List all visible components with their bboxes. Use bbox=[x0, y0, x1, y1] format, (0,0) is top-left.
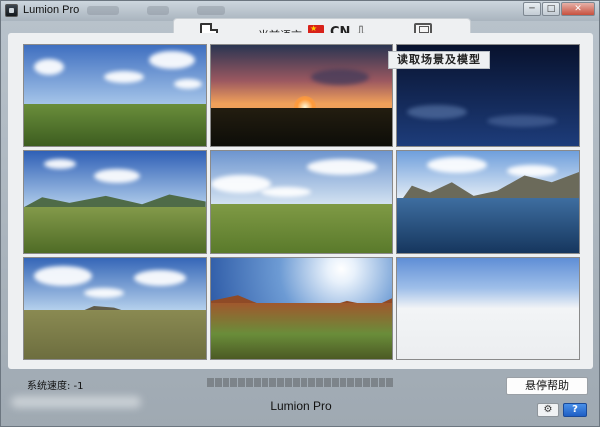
progress-segment bbox=[245, 378, 253, 387]
progress-segment bbox=[331, 378, 339, 387]
progress-segment bbox=[316, 378, 323, 387]
scene-thumbnail-desert-canyon-sun[interactable] bbox=[209, 256, 394, 360]
window-title: Lumion Pro bbox=[23, 4, 80, 16]
blurred-menu-item bbox=[87, 6, 119, 15]
scene-thumbnail-grassland-sunset[interactable] bbox=[209, 44, 394, 148]
app-window: Lumion Pro ─ □ ✕ 当前语言: CN ⇩ bbox=[0, 0, 600, 427]
progress-segment bbox=[261, 378, 269, 387]
progress-segment bbox=[355, 378, 362, 387]
settings-button[interactable]: ⚙ bbox=[537, 403, 559, 417]
progress-segment bbox=[230, 378, 238, 387]
progress-segment bbox=[300, 378, 308, 387]
progress-segment bbox=[269, 378, 277, 387]
window-controls: ─ □ ✕ bbox=[523, 2, 595, 16]
maximize-button[interactable]: □ bbox=[542, 2, 560, 16]
progress-segment bbox=[378, 378, 386, 387]
lumion-logo-icon bbox=[5, 4, 18, 17]
loading-progress-bar bbox=[207, 378, 394, 387]
close-button[interactable]: ✕ bbox=[561, 2, 595, 16]
progress-segment bbox=[323, 378, 331, 387]
scene-thumbnail-grassland-day[interactable] bbox=[23, 44, 207, 148]
progress-segment bbox=[308, 378, 316, 387]
product-name: Lumion Pro bbox=[270, 399, 332, 413]
hover-help-tooltip: 悬停帮助 bbox=[506, 377, 588, 395]
progress-segment bbox=[277, 378, 284, 387]
progress-segment bbox=[284, 378, 292, 387]
progress-segment bbox=[238, 378, 245, 387]
system-speed-label: 系统速度: -1 bbox=[27, 381, 84, 392]
scene-thumbnail-grassland-overcast[interactable] bbox=[23, 256, 207, 360]
progress-segment bbox=[292, 378, 300, 387]
progress-segment bbox=[207, 378, 214, 387]
progress-segment bbox=[222, 378, 230, 387]
blurred-menu-item bbox=[197, 6, 225, 15]
scene-thumbnail-mountain-lake[interactable] bbox=[396, 150, 580, 254]
progress-segment bbox=[362, 378, 370, 387]
blurred-menu-item bbox=[147, 6, 169, 15]
minimize-button[interactable]: ─ bbox=[523, 2, 541, 16]
progress-segment bbox=[370, 378, 378, 387]
scene-thumbnail-plain-clouds[interactable] bbox=[209, 150, 394, 254]
scene-grid bbox=[23, 44, 580, 360]
progress-segment bbox=[347, 378, 355, 387]
progress-segment bbox=[386, 378, 394, 387]
progress-segment bbox=[339, 378, 347, 387]
help-button[interactable]: ? bbox=[563, 403, 587, 417]
scene-thumbnail-blank-white[interactable] bbox=[396, 256, 580, 360]
scene-panel bbox=[8, 33, 593, 369]
progress-segment bbox=[214, 378, 222, 387]
progress-segment bbox=[253, 378, 261, 387]
load-scene-tooltip: 读取场景及模型 bbox=[388, 51, 490, 69]
scene-thumbnail-hills-clouds[interactable] bbox=[23, 150, 207, 254]
